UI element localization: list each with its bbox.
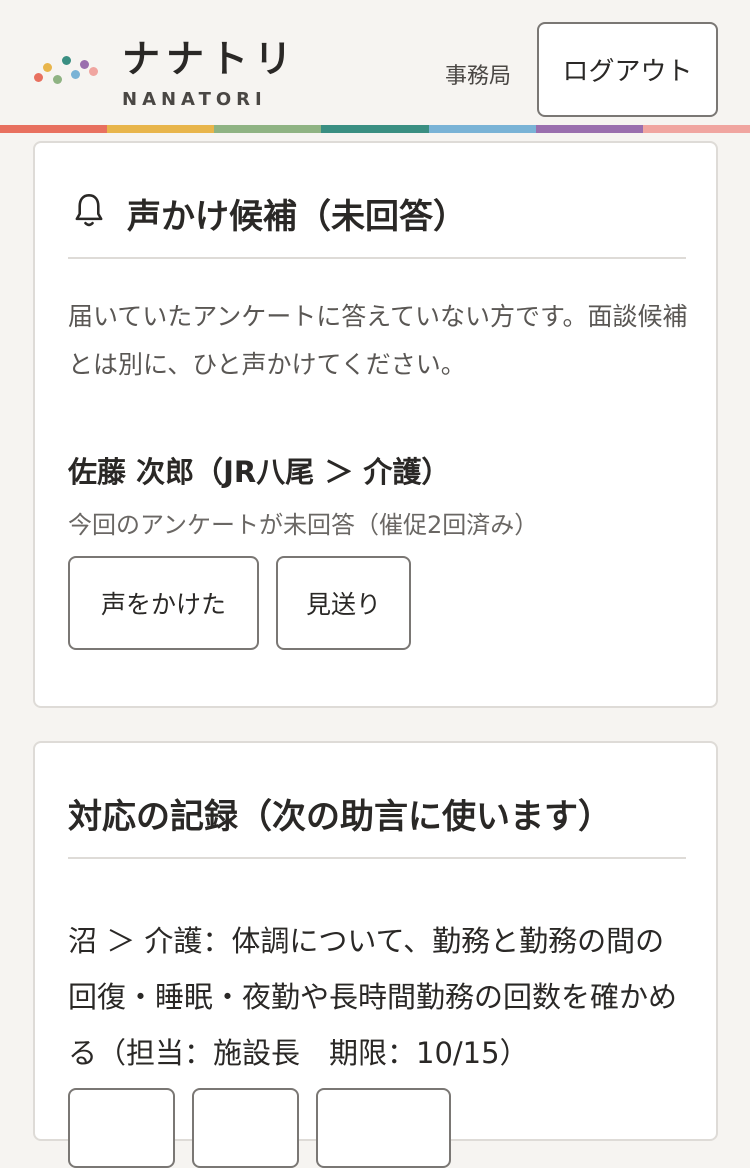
record-action-button[interactable] (316, 1088, 451, 1168)
logo-dot (80, 60, 89, 69)
logout-button[interactable]: ログアウト (537, 22, 718, 117)
record-card: 対応の記録（次の助言に使います） 沼 ＞ 介護：体調について、勤務と勤務の間の回… (33, 741, 718, 1168)
role-label: 事務局 (445, 64, 512, 89)
stripe-segment (321, 125, 429, 133)
logo-dot (53, 75, 62, 84)
stripe-segment (642, 125, 750, 133)
stripe-segment (428, 125, 536, 133)
logo-dot (89, 67, 98, 76)
divider (68, 257, 686, 259)
logo-icon (32, 54, 102, 86)
rainbow-stripe (0, 125, 750, 133)
record-title: 対応の記録（次の助言に使います） (68, 797, 612, 837)
unanswered-title: 声かけ候補（未回答） (127, 197, 467, 237)
logo-dot (71, 70, 80, 79)
bell-icon (75, 194, 103, 227)
logo-dot (43, 63, 52, 72)
stripe-segment (535, 125, 643, 133)
skip-button[interactable]: 見送り (276, 556, 411, 650)
app-header: ナナトリ NANATORI 事務局 ログアウト (0, 0, 750, 125)
record-action-button[interactable] (68, 1088, 175, 1168)
brand-subtitle: NANATORI (122, 89, 267, 110)
record-action-button[interactable] (192, 1088, 299, 1168)
logo-dot (34, 73, 43, 82)
called-button[interactable]: 声をかけた (68, 556, 259, 650)
divider (68, 857, 686, 859)
stripe-segment (107, 125, 215, 133)
stripe-segment (214, 125, 322, 133)
logo-dot (62, 56, 71, 65)
person-note: 今回のアンケートが未回答（催促2回済み） (68, 511, 539, 539)
record-entry: 沼 ＞ 介護：体調について、勤務と勤務の間の回復・睡眠・夜勤や長時間勤務の回数を… (68, 924, 678, 1070)
brand-name: ナナトリ (122, 37, 299, 81)
person-name: 佐藤 次郎（JR八尾 ＞ 介護） (68, 455, 451, 489)
stripe-segment (0, 125, 108, 133)
unanswered-card: 声かけ候補（未回答） 届いていたアンケートに答えていない方です。面談候補とは別に… (33, 141, 718, 708)
unanswered-description: 届いていたアンケートに答えていない方です。面談候補とは別に、ひと声かけてください… (68, 302, 688, 379)
